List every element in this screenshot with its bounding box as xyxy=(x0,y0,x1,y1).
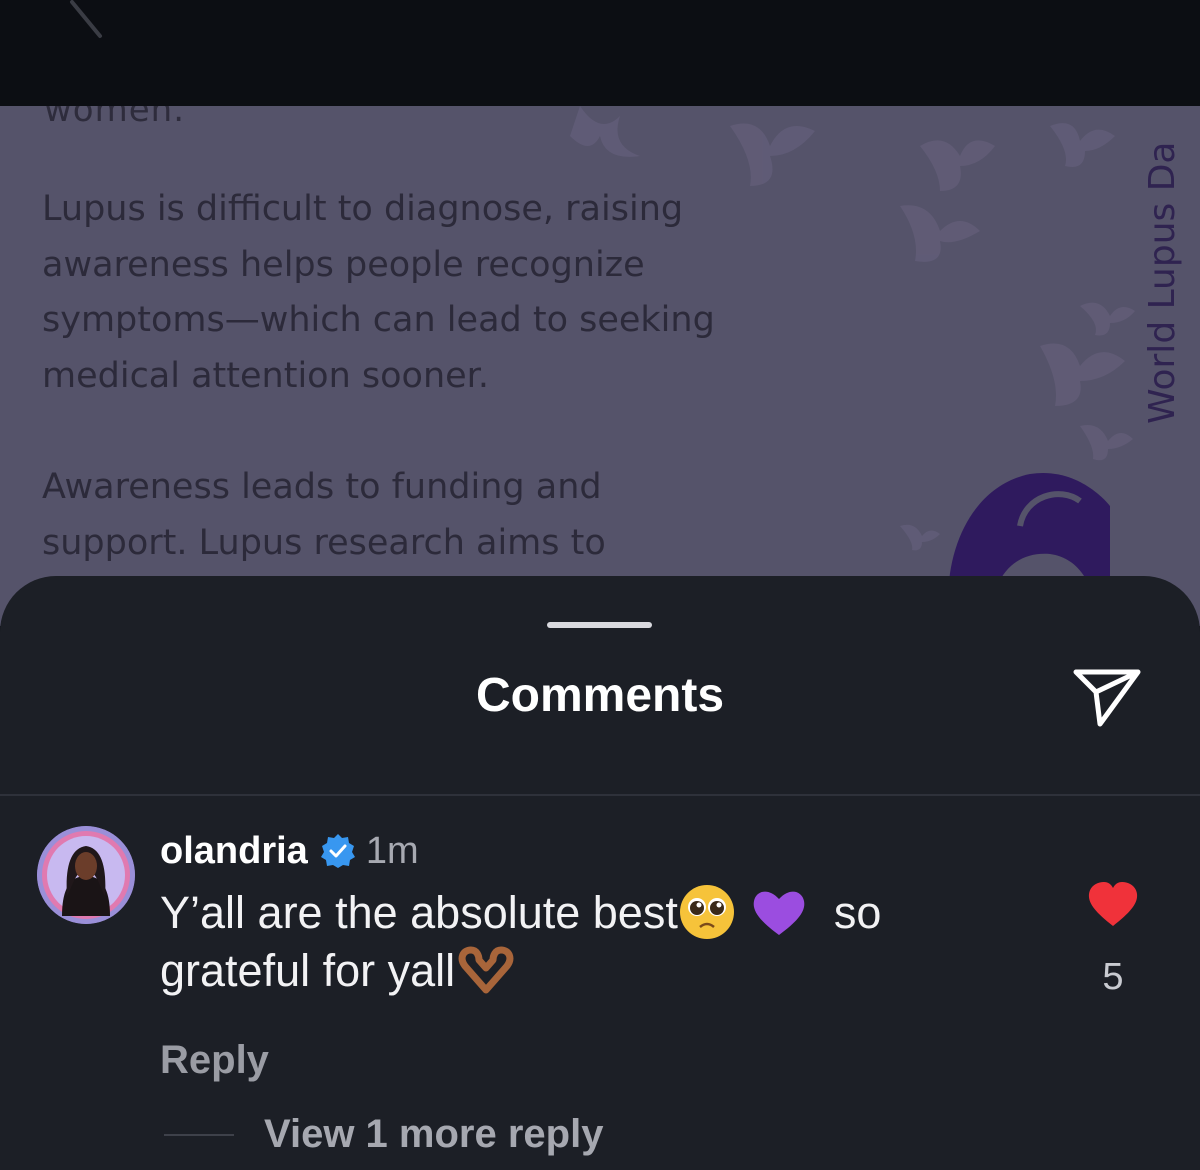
thread-line xyxy=(164,1133,234,1136)
avatar-image xyxy=(37,826,135,924)
comment-text-part: so xyxy=(833,887,882,938)
reply-button[interactable]: Reply xyxy=(160,1038,269,1083)
heart-icon[interactable] xyxy=(1087,880,1139,928)
comment-line: Y’all are the absolute best so xyxy=(160,884,970,942)
banner-text-vertical: World Lupus Da xyxy=(1138,106,1188,436)
comment-item: olandria 1m Y’all are the absolute best xyxy=(0,796,1200,1170)
username[interactable]: olandria xyxy=(160,830,308,873)
comment-text-part: Y’all are the absolute best xyxy=(160,887,678,938)
post-paragraph: Lupus is difficult to diagnose, raising … xyxy=(42,189,715,396)
avatar[interactable] xyxy=(37,826,135,924)
screen: women. Lupus is difficult to diagnose, r… xyxy=(0,0,1200,1170)
share-paper-plane-icon[interactable] xyxy=(1070,664,1144,730)
comment-line: grateful for yall xyxy=(160,942,970,1000)
post-paragraph: Awareness leads to funding and support. … xyxy=(42,467,606,563)
comments-sheet: Comments olandria 1m Y’all are the absol… xyxy=(0,576,1200,1170)
timestamp: 1m xyxy=(365,829,419,872)
banner-text: World Lupus Da xyxy=(1142,141,1183,425)
verified-badge-icon xyxy=(320,834,355,868)
post-content: women. Lupus is difficult to diagnose, r… xyxy=(0,106,1200,626)
heart-hands-emoji-icon xyxy=(458,946,514,994)
comment-text: Y’all are the absolute best so grateful … xyxy=(160,884,970,1000)
purple-heart-emoji-icon xyxy=(753,891,805,936)
drag-handle[interactable] xyxy=(547,622,652,628)
post-clipped-line: women. xyxy=(44,106,186,130)
view-replies-label: View 1 more reply xyxy=(264,1112,604,1156)
back-chevron-icon[interactable] xyxy=(62,0,108,40)
like-count: 5 xyxy=(1102,956,1124,998)
top-bar xyxy=(0,0,1200,106)
sheet-title: Comments xyxy=(475,669,725,722)
pleading-face-emoji-icon xyxy=(679,885,734,940)
view-more-replies-button[interactable]: View 1 more reply xyxy=(164,1112,603,1157)
comment-text-part: grateful for yall xyxy=(160,945,456,996)
comment-header: olandria 1m xyxy=(160,826,419,876)
